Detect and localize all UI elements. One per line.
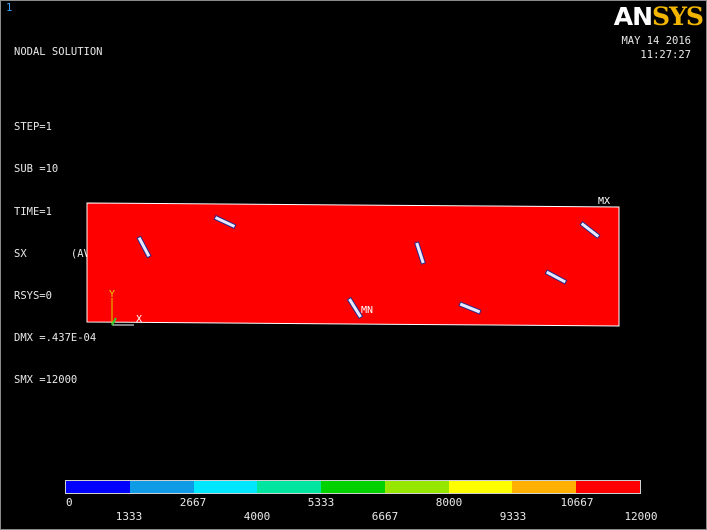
legend-value-label: 1333: [115, 510, 143, 523]
legend-value-label: 5333: [307, 496, 335, 509]
legend-band: [129, 481, 194, 493]
triad-y-label: Y: [109, 289, 115, 300]
model-viewport: MX MN Y X: [86, 196, 620, 327]
legend-value-label: 4000: [243, 510, 271, 523]
legend-band: [576, 481, 641, 493]
legend-band: [193, 481, 258, 493]
triad-x-label: X: [136, 314, 142, 325]
legend-band: [384, 481, 449, 493]
legend-value-label: 2667: [179, 496, 207, 509]
legend-band: [448, 481, 513, 493]
legend-band: [66, 481, 130, 493]
legend-value-label: 0: [66, 496, 73, 509]
legend-value-label: 9333: [499, 510, 527, 523]
max-marker-label: MX: [598, 196, 610, 207]
legend-band: [512, 481, 577, 493]
legend-value-label: 8000: [435, 496, 463, 509]
legend-band: [321, 481, 385, 493]
legend-value-label: 10667: [560, 496, 594, 509]
min-marker-label: MN: [361, 305, 373, 316]
legend-band: [257, 481, 322, 493]
legend-value-label: 12000: [624, 510, 658, 523]
legend-value-label: 6667: [371, 510, 399, 523]
contour-legend-bar: [65, 480, 641, 494]
